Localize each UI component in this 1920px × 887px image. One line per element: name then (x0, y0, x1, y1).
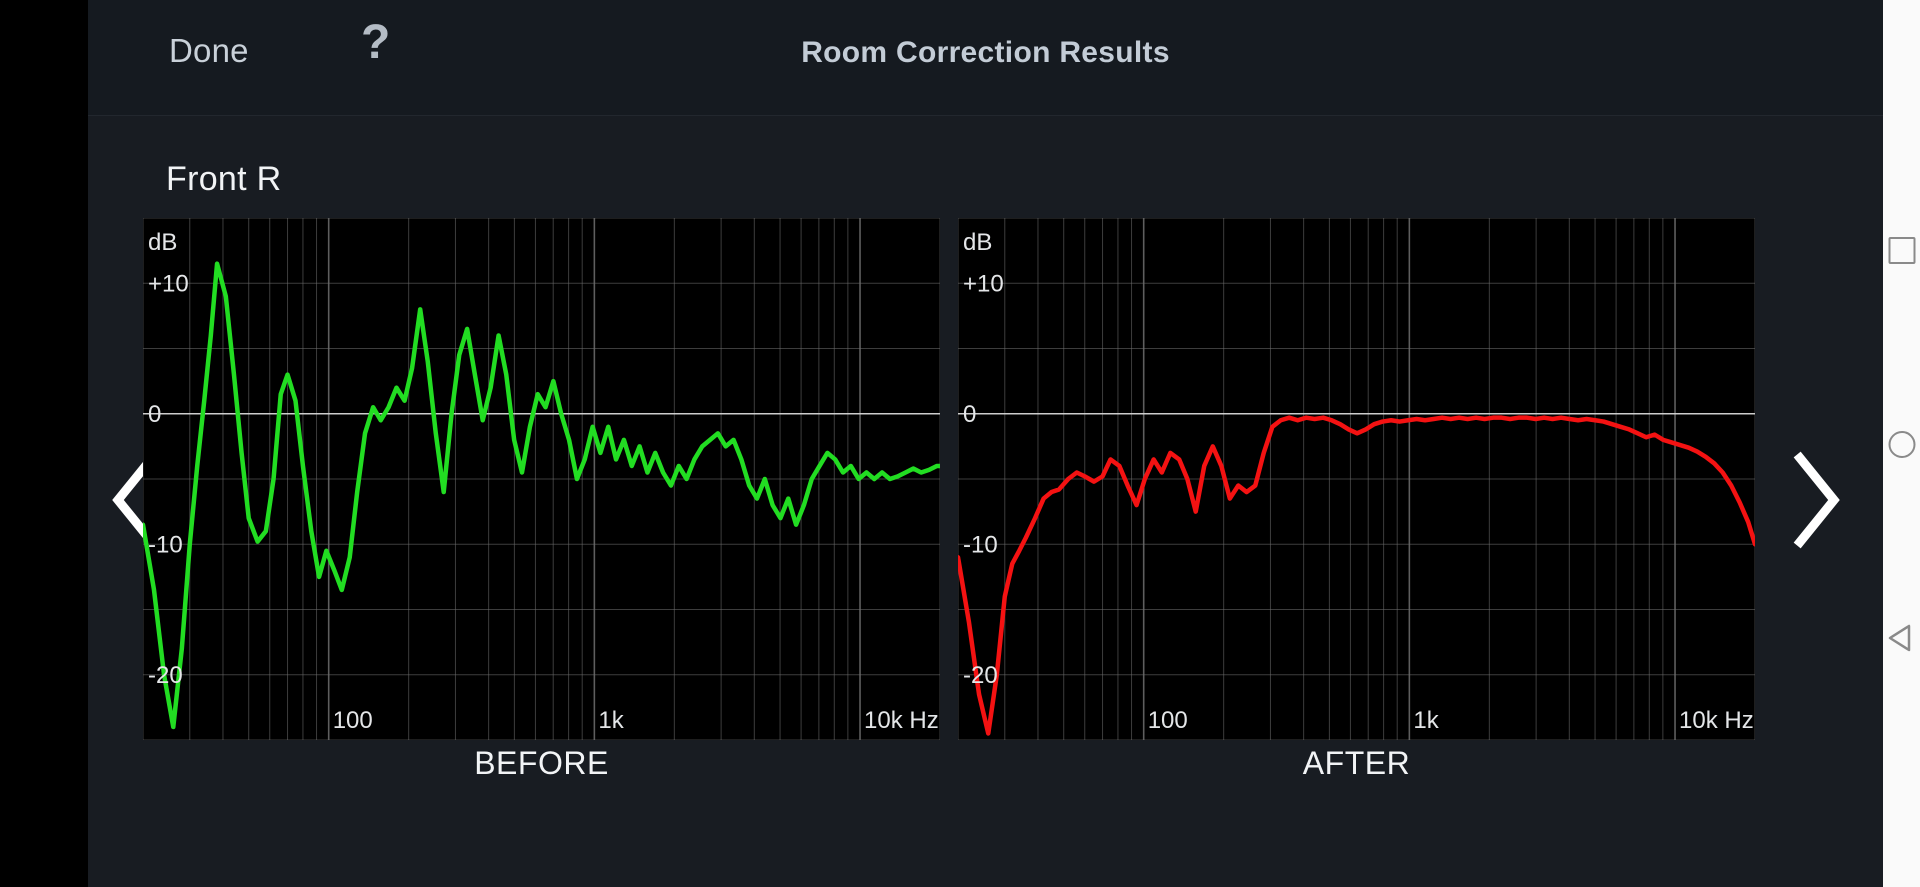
plot-after: +10 0 -10 -20 dB 100 1k 10k Hz (958, 218, 1755, 740)
chart-after: +10 0 -10 -20 dB 100 1k 10k Hz AFTER (958, 218, 1755, 781)
back-triangle-glyph (1888, 624, 1910, 652)
system-navigation-bar (1883, 0, 1920, 887)
charts-container: +10 0 -10 -20 dB 100 1k 10k Hz BEFORE +10 0 -10 -2… (88, 218, 1883, 781)
frequency-response-after-svg: +10 0 -10 -20 dB 100 1k 10k Hz (958, 218, 1755, 740)
svg-text:100: 100 (1148, 707, 1188, 734)
svg-text:0: 0 (963, 401, 976, 428)
svg-text:1k: 1k (1413, 707, 1439, 734)
channel-label: Front R (166, 160, 282, 198)
chart-caption-before: BEFORE (474, 745, 609, 781)
page-title: Room Correction Results (801, 36, 1170, 69)
svg-text:-20: -20 (148, 662, 183, 689)
app-surface: Done ? Room Correction Results Front R +… (88, 0, 1883, 887)
screen-root: Done ? Room Correction Results Front R +… (0, 0, 1920, 887)
svg-text:+10: +10 (963, 270, 1004, 297)
chart-before: +10 0 -10 -20 dB 100 1k 10k Hz BEFORE (143, 218, 940, 781)
chart-caption-after: AFTER (1302, 745, 1411, 781)
svg-text:1k: 1k (598, 707, 624, 734)
svg-text:-10: -10 (963, 531, 998, 558)
app-header: Done ? Room Correction Results (88, 0, 1883, 116)
recents-square-icon[interactable] (1888, 237, 1915, 264)
svg-text:-20: -20 (963, 662, 998, 689)
frequency-response-before-svg: +10 0 -10 -20 dB 100 1k 10k Hz (143, 218, 940, 740)
device-bezel-left (0, 0, 88, 887)
svg-text:dB: dB (148, 229, 177, 256)
svg-text:100: 100 (333, 707, 373, 734)
back-triangle-icon[interactable] (1887, 623, 1917, 653)
svg-text:+10: +10 (148, 270, 189, 297)
svg-text:10k Hz: 10k Hz (864, 707, 939, 734)
plot-before: +10 0 -10 -20 dB 100 1k 10k Hz (143, 218, 940, 740)
home-circle-icon[interactable] (1888, 431, 1915, 458)
svg-text:dB: dB (963, 229, 992, 256)
svg-text:0: 0 (148, 401, 161, 428)
svg-text:10k Hz: 10k Hz (1679, 707, 1754, 734)
svg-text:-10: -10 (148, 531, 183, 558)
